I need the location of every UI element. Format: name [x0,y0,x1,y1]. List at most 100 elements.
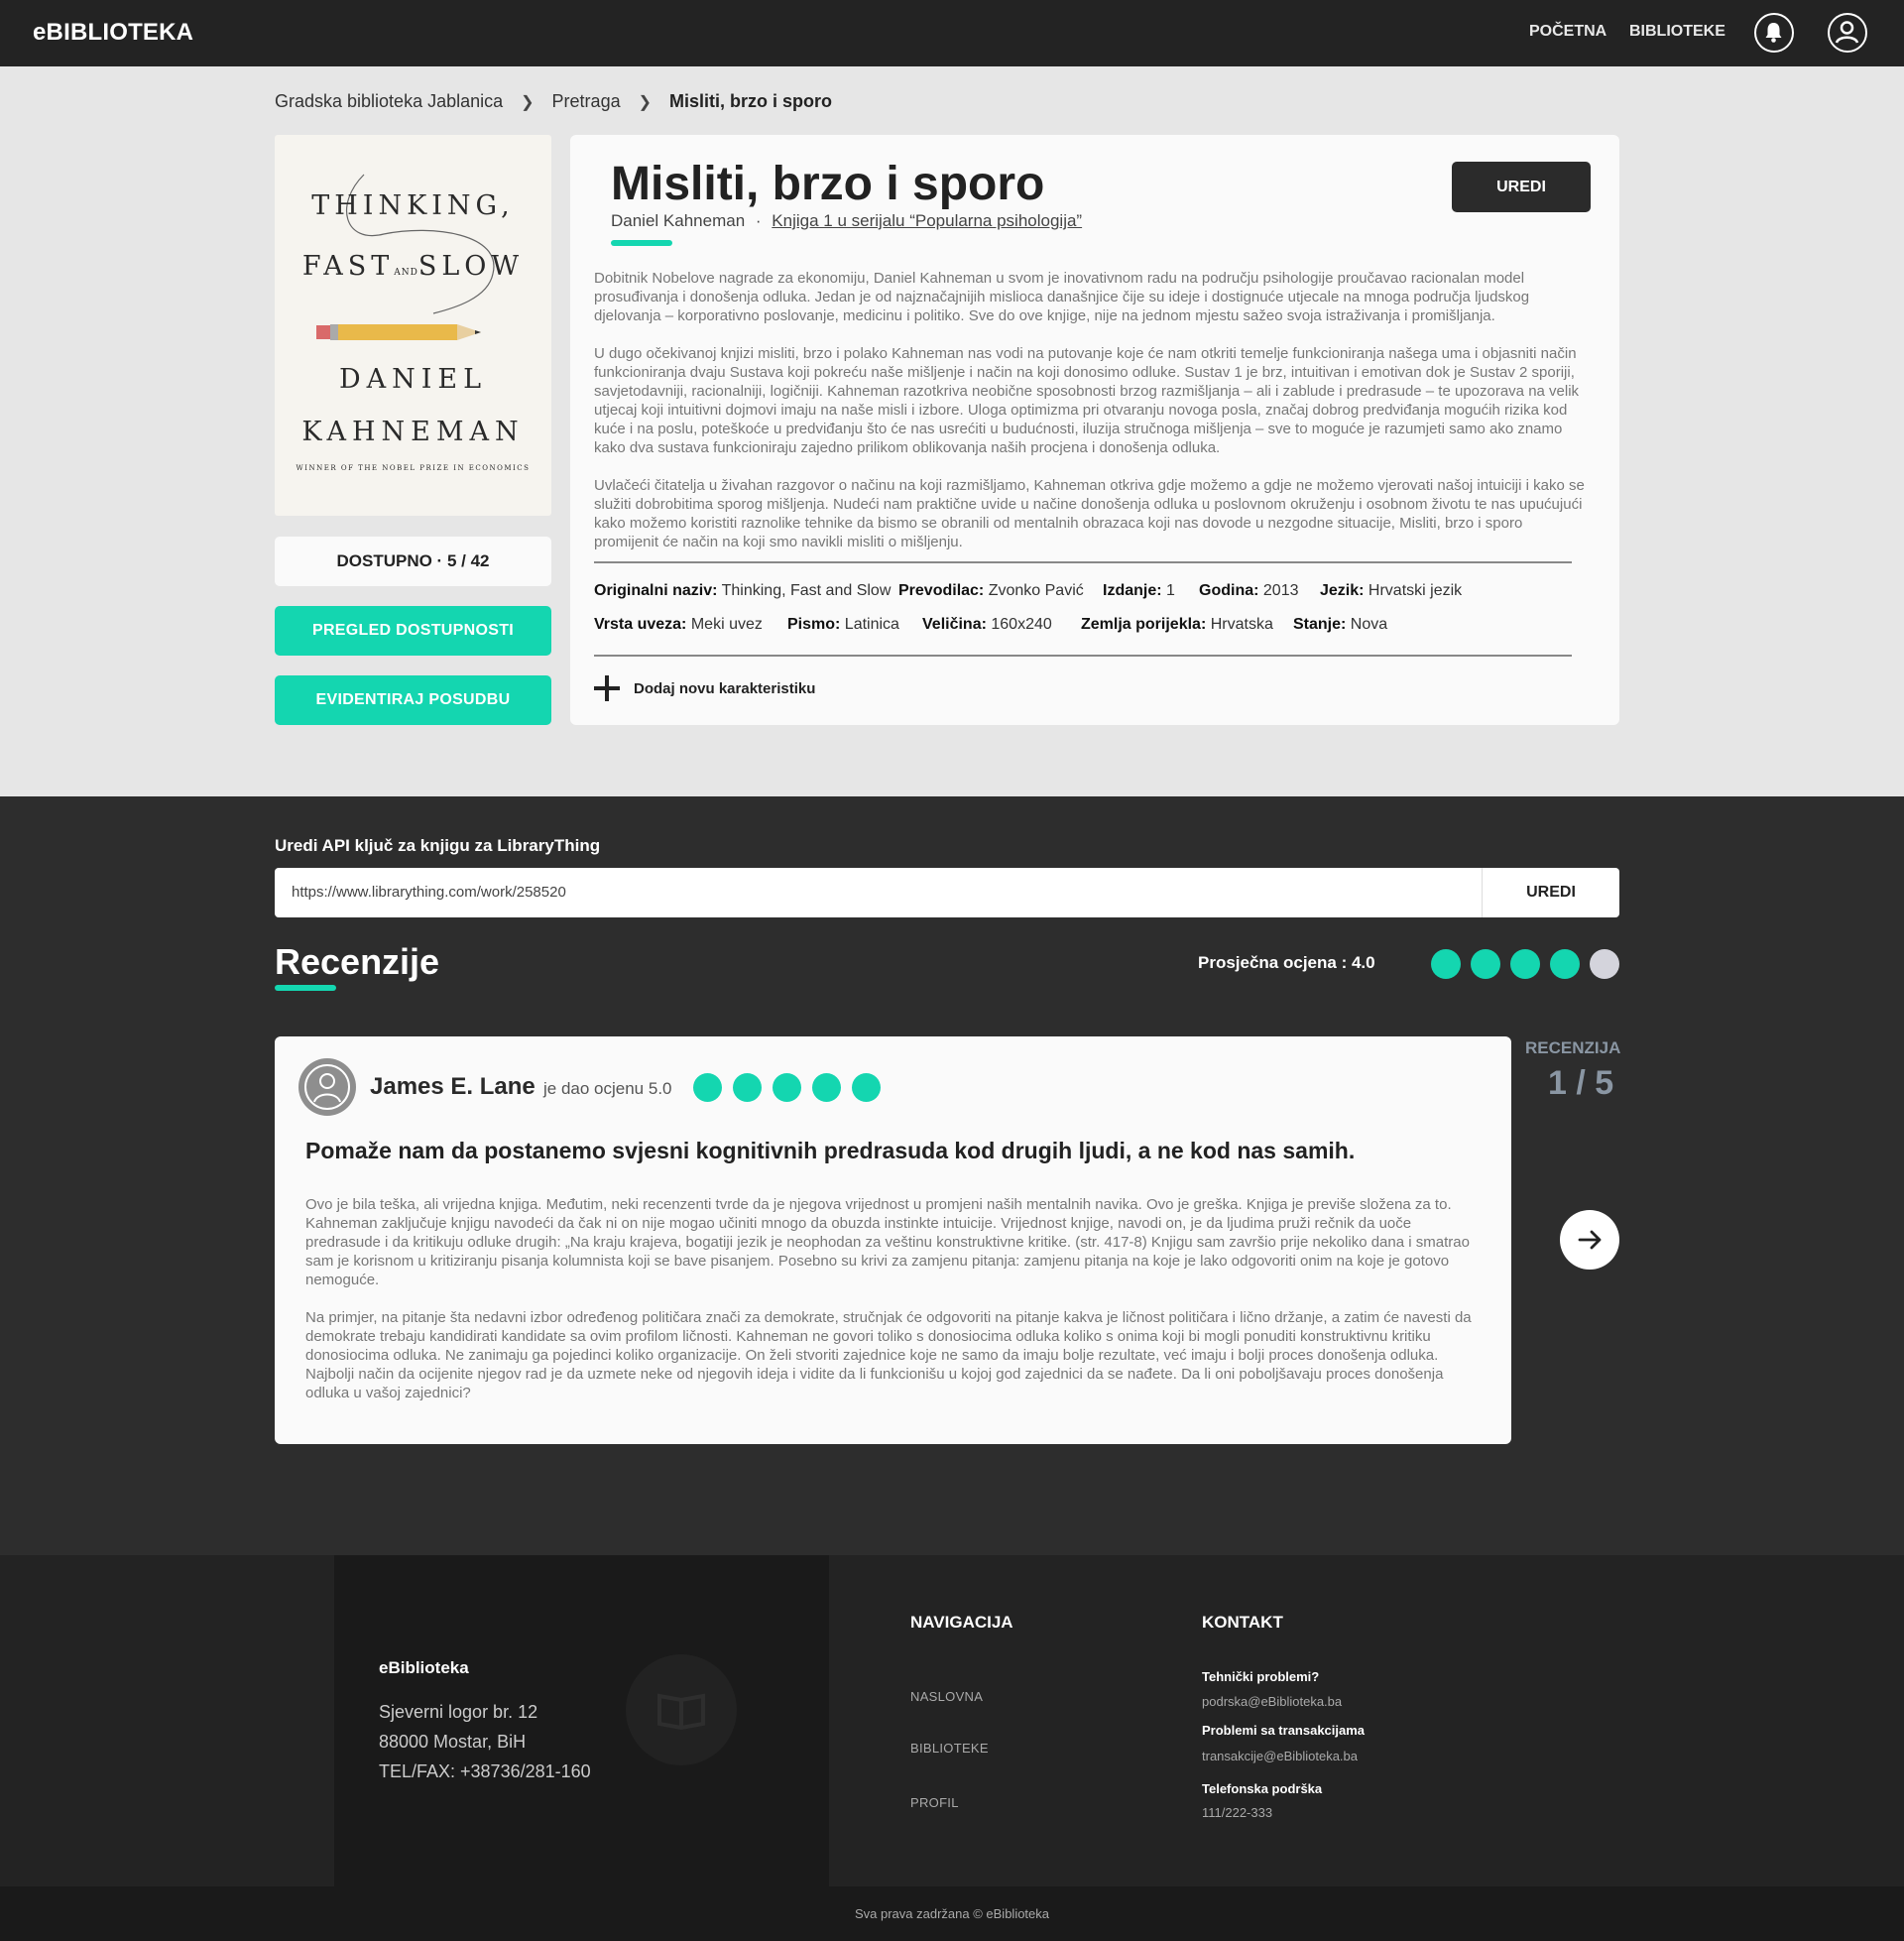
cover-title-line1: THINKING, [311,190,515,221]
reviews-heading: Recenzije [275,941,440,982]
user-icon[interactable] [1828,13,1867,53]
rating-dot-empty [1590,949,1619,979]
reviewer-name[interactable]: James E. Lane [370,1073,536,1101]
avatar [298,1058,356,1116]
reviews-accent-bar [275,985,336,991]
footer-nav-link[interactable]: NASLOVNA [910,1689,983,1704]
book-details-card: Misliti, brzo i sporo Daniel Kahneman · … [570,135,1619,725]
contact-email[interactable]: podrska@eBiblioteka.ba [1202,1694,1342,1709]
rating-dot-filled [852,1073,881,1102]
copyright-bar: Sva prava zadržana © eBiblioteka [0,1886,1904,1941]
rating-dot-filled [1550,949,1580,979]
reviews-section: Uredi API ključ za knjigu za LibraryThin… [0,796,1904,1555]
rating-dot-filled [733,1073,762,1102]
attr-binding: Vrsta uveza: Meki uvez [594,616,763,633]
cover-title-line2: FASTANDSLOW [301,251,525,282]
plus-icon [594,675,620,701]
attr-year: Godina: 2013 [1199,582,1299,599]
contact-email[interactable]: transakcije@eBiblioteka.ba [1202,1749,1358,1763]
contact-title: Tehnički problemi? [1202,1669,1320,1684]
contact-title: Telefonska podrška [1202,1781,1323,1796]
book-title: Misliti, brzo i sporo [611,158,1045,210]
edit-book-button[interactable]: UREDI [1452,162,1591,212]
app-logo[interactable]: eBIBLIOTEKA [33,19,193,47]
average-rating-dots [1431,949,1619,979]
api-key-row: UREDI [275,868,1619,917]
book-meta: Daniel Kahneman · Knjiga 1 u serijalu “P… [611,211,1082,231]
add-characteristic-label: Dodaj novu karakteristiku [634,679,816,697]
cover-swirl-graphic [346,174,495,314]
attr-country: Zemlja porijekla: Hrvatska [1081,616,1273,633]
divider [594,561,1572,563]
review-counter-label: RECENZIJA [1525,1038,1621,1057]
review-card: James E. Lane je dao ocjenu 5.0 Pomaže n… [275,1036,1511,1444]
average-rating-label: Prosječna ocjena : 4.0 [1198,953,1375,972]
book-description: Dobitnik Nobelove nagrade za ekonomiju, … [594,269,1586,570]
review-paragraph: Na primjer, na pitanje šta nedavni izbor… [305,1309,1472,1401]
user-avatar-icon [304,1064,350,1110]
record-loan-button[interactable]: EVIDENTIRAJ POSUDBU [275,675,551,725]
meta-separator: · [755,211,762,230]
review-body: Ovo je bila teška, ali vrijedna knjiga. … [305,1195,1476,1421]
review-counter: 1 / 5 [1548,1064,1614,1102]
rating-dot-filled [1431,949,1461,979]
cover-author-line1: DANIEL [338,364,488,395]
attr-translator: Prevodilac: Zvonko Pavić [898,582,1084,599]
api-key-label: Uredi API ključ za knjigu za LibraryThin… [275,836,601,855]
rating-dot-filled [812,1073,841,1102]
book-cover: THINKING, FASTANDSLOW DANIEL KAHNEMAN WI… [275,135,551,516]
description-paragraph: U dugo očekivanoj knjizi misliti, brzo i… [594,345,1580,456]
contact-title: Problemi sa transakcijama [1202,1723,1366,1738]
rating-dot-filled [1510,949,1540,979]
footer-address-line: 88000 Mostar, BiH [379,1732,527,1752]
review-title: Pomaže nam da postanemo svjesni kognitiv… [305,1138,1356,1163]
top-navbar: eBIBLIOTEKA POČETNA BIBLIOTEKE [0,0,1904,66]
title-accent-bar [611,240,672,246]
nav-link-libraries[interactable]: BIBLIOTEKE [1629,23,1726,41]
attr-script: Pismo: Latinica [787,616,899,633]
breadcrumb: Gradska biblioteka Jablanica ❯ Pretraga … [275,91,832,112]
api-key-input[interactable] [292,884,1432,901]
rating-dot-filled [773,1073,801,1102]
attr-language: Jezik: Hrvatski jezik [1320,582,1463,599]
nav-link-home[interactable]: POČETNA [1529,23,1606,41]
contact-phone: 111/222-333 [1202,1805,1273,1820]
chevron-right-icon: ❯ [521,93,535,111]
description-paragraph: Dobitnik Nobelove nagrade za ekonomiju, … [594,270,1530,324]
breadcrumb-library[interactable]: Gradska biblioteka Jablanica [275,91,503,112]
rating-dot-filled [693,1073,722,1102]
chevron-right-icon: ❯ [638,93,652,111]
api-edit-button[interactable]: UREDI [1482,868,1619,917]
availability-badge: DOSTUPNO · 5 / 42 [275,537,551,586]
arrow-right-icon [1578,1230,1602,1250]
bell-icon[interactable] [1754,13,1794,53]
cover-author-line2: KAHNEMAN [301,417,525,447]
footer-nav-link[interactable]: BIBLIOTEKE [910,1741,989,1756]
footer-phone: TEL/FAX: +38736/281-160 [379,1761,591,1781]
footer-brand: eBiblioteka [379,1658,469,1677]
add-characteristic-button[interactable]: Dodaj novu karakteristiku [594,675,815,701]
divider [594,655,1572,657]
availability-overview-button[interactable]: PREGLED DOSTUPNOSTI [275,606,551,656]
book-author[interactable]: Daniel Kahneman [611,211,745,230]
footer-info: eBiblioteka Sjeverni logor br. 12 88000 … [334,1555,829,1886]
footer-contact-heading: KONTAKT [1202,1613,1283,1632]
next-review-button[interactable] [1560,1210,1619,1270]
breadcrumb-search[interactable]: Pretraga [552,91,621,112]
review-paragraph: Ovo je bila teška, ali vrijedna knjiga. … [305,1196,1470,1288]
attr-size: Veličina: 160x240 [922,616,1052,633]
attr-original-title: Originalni naziv: Thinking, Fast and Slo… [594,582,892,599]
reviewer-rating-text: je dao ocjenu 5.0 [543,1079,672,1098]
description-paragraph: Uvlačeći čitatelja u živahan razgovor o … [594,477,1585,550]
rating-dot-filled [1471,949,1500,979]
book-icon [626,1654,737,1765]
breadcrumb-current: Misliti, brzo i sporo [669,91,833,111]
attr-condition: Stanje: Nova [1293,616,1388,633]
attr-edition: Izdanje: 1 [1103,582,1175,599]
footer-nav-link[interactable]: PROFIL [910,1795,959,1810]
footer: eBiblioteka Sjeverni logor br. 12 88000 … [0,1555,1904,1886]
footer-address-line: Sjeverni logor br. 12 [379,1702,538,1722]
pencil-icon [316,324,481,340]
review-rating-dots [693,1073,881,1102]
book-series-link[interactable]: Knjiga 1 u serijalu “Popularna psihologi… [772,211,1082,230]
